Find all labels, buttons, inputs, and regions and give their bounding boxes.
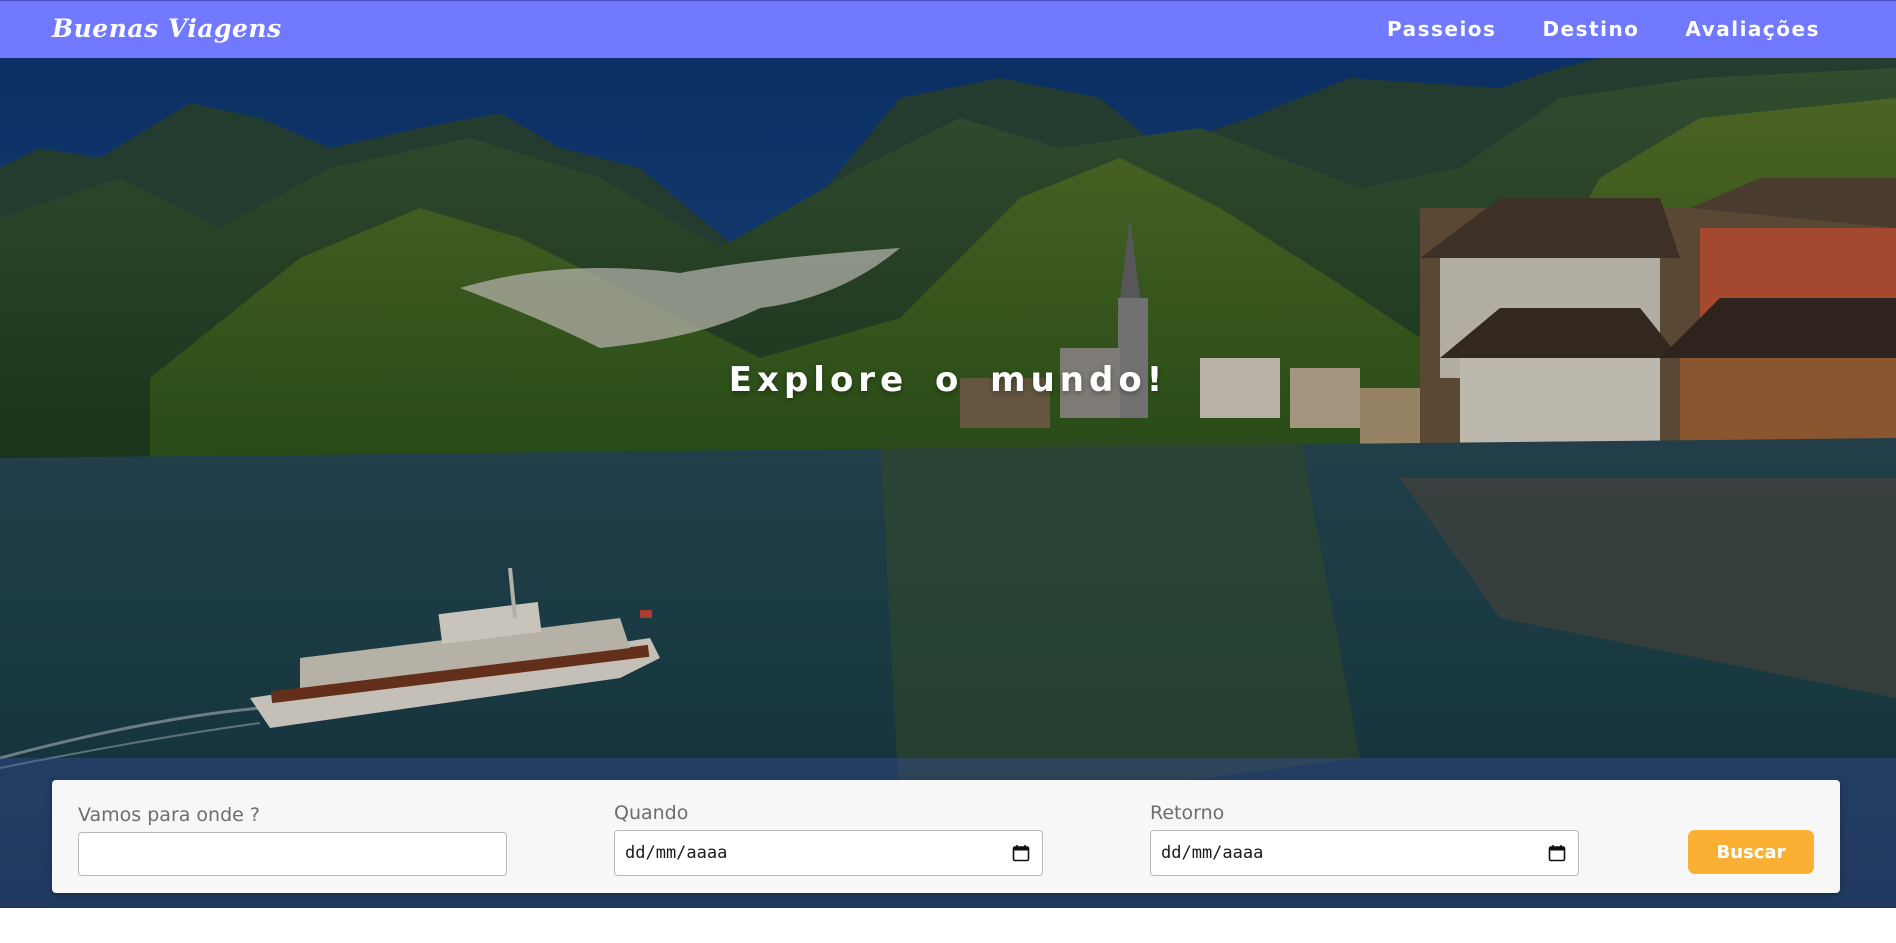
when-date-input[interactable]: dd/mm/aaaa	[614, 830, 1043, 876]
nav-links: Passeios Destino Avaliações	[1387, 17, 1820, 41]
search-button[interactable]: Buscar	[1688, 830, 1814, 874]
calendar-icon[interactable]	[1548, 844, 1566, 862]
nav-link-avaliacoes[interactable]: Avaliações	[1685, 17, 1820, 41]
destination-label: Vamos para onde ?	[78, 804, 260, 826]
nav-link-destino[interactable]: Destino	[1542, 17, 1639, 41]
destination-input[interactable]	[78, 832, 507, 876]
top-navbar: Buenas Viagens Passeios Destino Avaliaçõ…	[0, 0, 1896, 58]
return-date-input[interactable]: dd/mm/aaaa	[1150, 830, 1579, 876]
return-label: Retorno	[1150, 802, 1225, 824]
when-field: Quando dd/mm/aaaa	[614, 802, 1043, 876]
brand-logo[interactable]: Buenas Viagens	[52, 14, 282, 43]
return-field: Retorno dd/mm/aaaa	[1150, 802, 1579, 876]
nav-link-passeios[interactable]: Passeios	[1387, 17, 1497, 41]
hero-title: Explore o mundo!	[728, 360, 1168, 400]
return-date-value: dd/mm/aaaa	[1161, 843, 1264, 863]
when-date-value: dd/mm/aaaa	[625, 843, 728, 863]
search-panel: Vamos para onde ? Quando dd/mm/aaaa Reto…	[52, 780, 1840, 893]
page-bottom-strip	[0, 908, 1896, 943]
destination-field: Vamos para onde ?	[78, 804, 507, 876]
when-label: Quando	[614, 802, 689, 824]
calendar-icon[interactable]	[1012, 844, 1030, 862]
